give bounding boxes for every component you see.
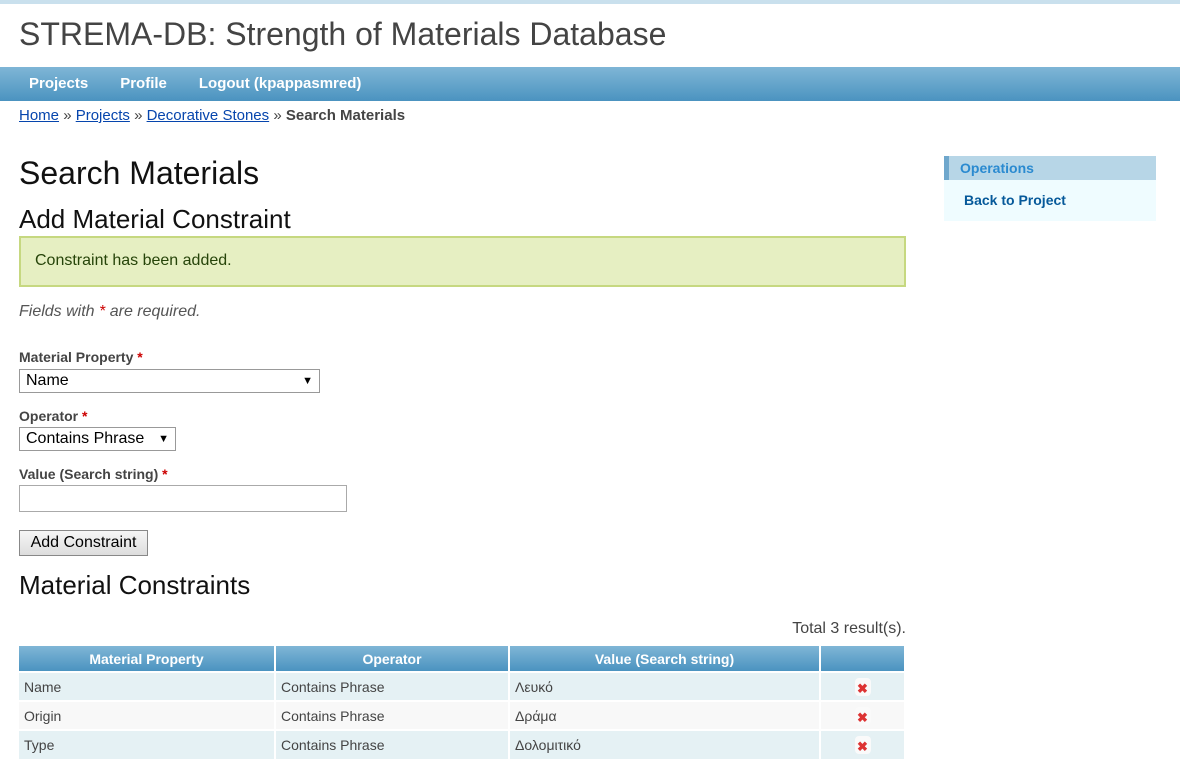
material-property-select[interactable]: Name ▼: [19, 369, 320, 393]
constraints-title: Material Constraints: [19, 570, 251, 600]
cell-property: Name: [19, 671, 276, 701]
cell-property: Origin: [19, 700, 276, 730]
nav-logout[interactable]: Logout (kpappasmred): [199, 67, 362, 101]
breadcrumb-separator: »: [134, 107, 143, 124]
operations-sidebar: Operations Back to Project: [944, 156, 1156, 221]
breadcrumb-projects[interactable]: Projects: [76, 107, 130, 124]
col-header: Operator: [275, 646, 510, 672]
breadcrumb-home[interactable]: Home: [19, 107, 59, 124]
success-flash: Constraint has been added.: [19, 236, 906, 287]
dropdown-arrow-icon: ▼: [158, 433, 169, 445]
add-constraint-button[interactable]: Add Constraint: [19, 530, 148, 556]
delete-x-icon[interactable]: ✖: [854, 706, 871, 725]
top-strip: [0, 0, 1180, 4]
cell-value: Λευκό: [509, 671, 821, 701]
nav-profile[interactable]: Profile: [120, 67, 167, 101]
operator-label: Operator *: [19, 408, 88, 424]
page-title: Search Materials: [19, 155, 260, 191]
back-to-project-link[interactable]: Back to Project: [944, 180, 1156, 220]
delete-x-icon[interactable]: ✖: [854, 677, 871, 696]
breadcrumb: Home » Projects » Decorative Stones » Se…: [19, 107, 405, 124]
delete-x-icon[interactable]: ✖: [854, 736, 871, 754]
nav-projects[interactable]: Projects: [29, 67, 88, 101]
form-title: Add Material Constraint: [19, 204, 291, 234]
constraints-table: Material Property Operator Value (Search…: [19, 646, 906, 759]
cell-value: Δολομιτικό: [509, 729, 821, 759]
site-title: STREMA-DB: Strength of Materials Databas…: [19, 16, 667, 52]
col-header: [820, 646, 906, 672]
value-label: Value (Search string) *: [19, 466, 168, 482]
breadcrumb-current: Search Materials: [285, 107, 406, 124]
result-count: Total 3 result(s).: [792, 620, 906, 637]
value-input[interactable]: [19, 485, 347, 512]
cell-operator: Contains Phrase: [275, 700, 510, 730]
table-row: Name Contains Phrase Λευκό ✖: [19, 671, 906, 701]
table-row: Origin Contains Phrase Δράμα ✖: [19, 700, 906, 730]
breadcrumb-separator: »: [63, 107, 72, 124]
table-row: Type Contains Phrase Δολομιτικό ✖: [19, 729, 906, 759]
required-note: Fields with * are required.: [19, 303, 201, 320]
breadcrumb-decorative-stones[interactable]: Decorative Stones: [147, 107, 270, 124]
col-header: Material Property: [19, 646, 276, 672]
dropdown-arrow-icon: ▼: [302, 375, 313, 387]
col-header: Value (Search string): [509, 646, 821, 672]
material-property-label: Material Property *: [19, 349, 143, 365]
cell-value: Δράμα: [509, 700, 821, 730]
cell-property: Type: [19, 729, 276, 759]
cell-operator: Contains Phrase: [275, 729, 510, 759]
breadcrumb-separator: »: [273, 107, 282, 124]
main-nav: Projects Profile Logout (kpappasmred): [0, 67, 1180, 101]
cell-operator: Contains Phrase: [275, 671, 510, 701]
operator-select[interactable]: Contains Phrase ▼: [19, 427, 176, 451]
sidebar-title: Operations: [944, 156, 1156, 180]
